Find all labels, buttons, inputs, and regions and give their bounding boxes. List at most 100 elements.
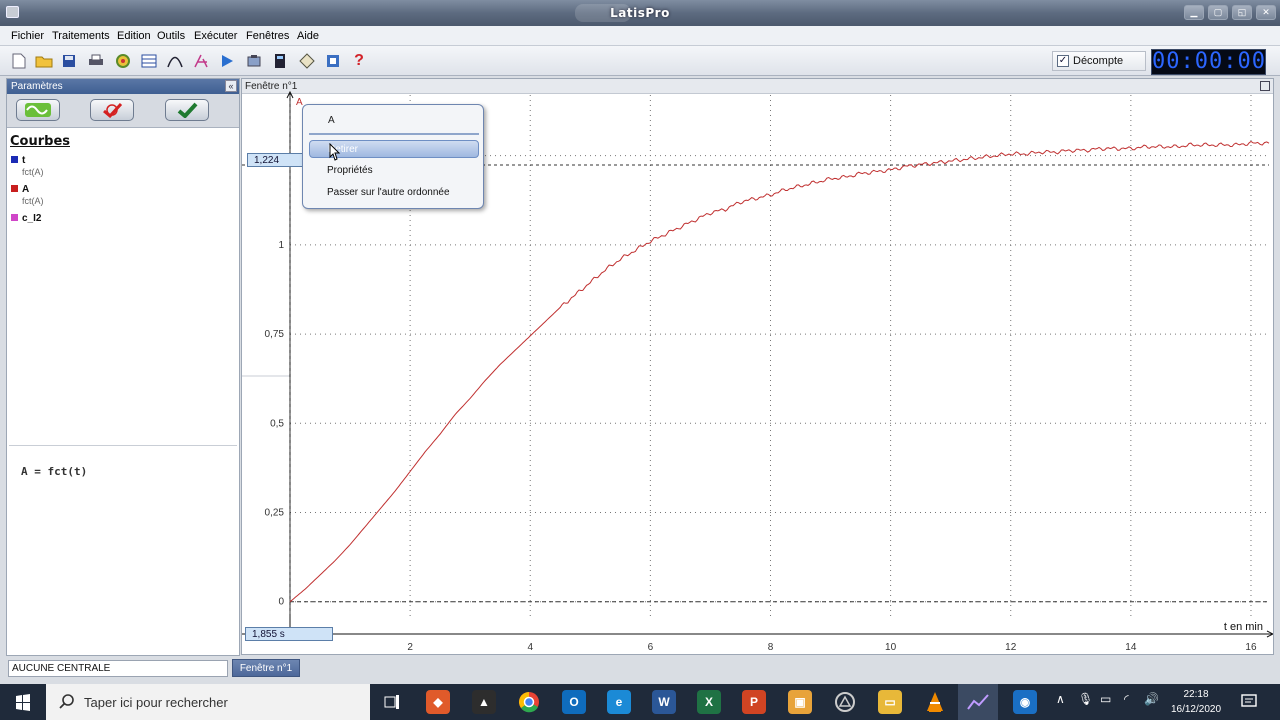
table-icon[interactable] bbox=[138, 50, 160, 72]
chrome-icon[interactable] bbox=[517, 690, 541, 714]
formula-label: A = fct(t) bbox=[21, 465, 88, 478]
x-tick-label: 14 bbox=[1125, 642, 1137, 653]
x-tick-label: 6 bbox=[648, 642, 654, 653]
play-icon[interactable] bbox=[216, 50, 238, 72]
chevron-up-icon[interactable]: ∧ bbox=[1056, 692, 1065, 706]
acquisition-params-button[interactable] bbox=[16, 99, 60, 121]
outlook-icon[interactable]: O bbox=[562, 690, 586, 714]
box-app-icon[interactable]: ▣ bbox=[788, 690, 812, 714]
vlc-icon[interactable] bbox=[923, 690, 947, 714]
y-tick-label: 0,5 bbox=[270, 418, 284, 429]
window-title: LatisPro bbox=[610, 6, 670, 20]
curve-color-swatch bbox=[11, 156, 18, 163]
maximize-button[interactable]: ◱ bbox=[1232, 5, 1252, 20]
help-icon[interactable]: ? bbox=[348, 50, 370, 72]
menu-outils[interactable]: Outils bbox=[157, 30, 185, 42]
microphone-icon[interactable]: 🎙 bbox=[1078, 692, 1093, 706]
menu-item-proprietes[interactable]: Propriétés bbox=[309, 162, 479, 180]
curve-item-a[interactable]: A fct(A) bbox=[11, 184, 44, 206]
x-tick-label: 2 bbox=[407, 642, 413, 653]
task-view-icon[interactable] bbox=[380, 690, 404, 714]
open-folder-icon[interactable] bbox=[33, 50, 55, 72]
tools-icon[interactable] bbox=[296, 50, 318, 72]
menu-traitements[interactable]: Traitements bbox=[52, 30, 110, 42]
acquisition-icon[interactable] bbox=[243, 50, 265, 72]
word-icon[interactable]: W bbox=[652, 690, 676, 714]
menu-aide[interactable]: Aide bbox=[297, 30, 319, 42]
app-icon[interactable] bbox=[833, 690, 857, 714]
wifi-icon[interactable]: ◜ bbox=[1124, 692, 1129, 706]
menu-fenetres[interactable]: Fenêtres bbox=[246, 30, 289, 42]
file-explorer-icon[interactable]: ▭ bbox=[878, 690, 902, 714]
menu-bar: Fichier Traitements Edition Outils Exécu… bbox=[0, 26, 1280, 46]
curve-item-c-i2[interactable]: c_I2 bbox=[11, 213, 41, 224]
edge-icon[interactable]: e bbox=[607, 690, 631, 714]
mouse-cursor-icon bbox=[329, 143, 341, 161]
validate-params-button[interactable] bbox=[165, 99, 209, 121]
context-menu-header: A bbox=[328, 115, 335, 126]
curve-sub: fct(A) bbox=[22, 196, 44, 206]
print-icon[interactable] bbox=[85, 50, 107, 72]
y-tick-label: 0,75 bbox=[265, 329, 285, 340]
excel-icon[interactable]: X bbox=[697, 690, 721, 714]
collapse-icon[interactable]: « bbox=[225, 80, 237, 92]
x-tick-label: 16 bbox=[1245, 642, 1257, 653]
panel-divider bbox=[9, 445, 237, 446]
curve-model-icon[interactable] bbox=[164, 50, 186, 72]
curve-name: A bbox=[22, 184, 30, 195]
volume-icon[interactable]: 🔊 bbox=[1144, 692, 1159, 706]
restore-button[interactable]: ▢ bbox=[1208, 5, 1228, 20]
windows-start-icon[interactable] bbox=[8, 692, 38, 714]
taskbar-search-box[interactable]: Taper ici pour rechercher bbox=[46, 684, 370, 720]
notification-icon[interactable] bbox=[1240, 693, 1258, 711]
menu-item-autre-ordonnee[interactable]: Passer sur l'autre ordonnée bbox=[309, 184, 479, 202]
save-icon[interactable] bbox=[58, 50, 80, 72]
inkscape-icon[interactable]: ▲ bbox=[472, 690, 496, 714]
curve-name: c_I2 bbox=[22, 213, 42, 224]
menu-fichier[interactable]: Fichier bbox=[11, 30, 44, 42]
close-button[interactable]: ✕ bbox=[1256, 5, 1276, 20]
calculator-blue-icon[interactable] bbox=[322, 50, 344, 72]
trigger-params-button[interactable] bbox=[90, 99, 134, 121]
search-placeholder: Taper ici pour rechercher bbox=[84, 695, 228, 710]
search-icon bbox=[59, 694, 74, 709]
curve-color-swatch bbox=[11, 214, 18, 221]
taskbar-clock[interactable]: 22:18 16/12/2020 bbox=[1168, 687, 1224, 717]
context-menu-separator bbox=[309, 133, 479, 135]
parameters-header: Paramètres « bbox=[7, 79, 239, 94]
toolbar: ? ✓ Décompte 00:00:00 bbox=[0, 46, 1280, 76]
powerpoint-icon[interactable]: P bbox=[742, 690, 766, 714]
curve-name: t bbox=[22, 155, 26, 166]
series-line-A bbox=[289, 140, 1270, 603]
tangent-icon[interactable] bbox=[190, 50, 212, 72]
timer-display: 00:00:00 bbox=[1151, 49, 1266, 75]
app-icon[interactable] bbox=[6, 6, 19, 18]
settings-wheel-icon[interactable] bbox=[112, 50, 134, 72]
camera-app-icon[interactable]: ◉ bbox=[1013, 690, 1037, 714]
latispro-icon[interactable] bbox=[966, 690, 990, 714]
status-bar: AUCUNE CENTRALE Fenêtre n°1 bbox=[0, 656, 1280, 680]
menu-executer[interactable]: Exécuter bbox=[194, 30, 237, 42]
signal-wave-icon bbox=[25, 103, 51, 117]
x-axis-label: t en min bbox=[1224, 621, 1263, 633]
calculator-icon[interactable] bbox=[269, 50, 291, 72]
decompte-label: Décompte bbox=[1073, 55, 1124, 67]
checkbox-icon[interactable]: ✓ bbox=[1057, 55, 1069, 67]
menu-edition[interactable]: Edition bbox=[117, 30, 151, 42]
curve-item-t[interactable]: t fct(A) bbox=[11, 155, 44, 177]
latispro-window: LatisPro ▁ ▢ ◱ ✕ Fichier Traitements Edi… bbox=[0, 0, 1280, 720]
title-bar: LatisPro ▁ ▢ ◱ ✕ bbox=[0, 0, 1280, 26]
clock-time: 22:18 bbox=[1183, 689, 1209, 700]
x-tick-label: 10 bbox=[885, 642, 897, 653]
curve-color-swatch bbox=[11, 185, 18, 192]
window-tab-fenetre-1[interactable]: Fenêtre n°1 bbox=[232, 659, 300, 677]
decompte-checkbox[interactable]: ✓ Décompte bbox=[1052, 51, 1146, 71]
battery-icon[interactable]: ▭ bbox=[1100, 692, 1111, 706]
checkmark-icon bbox=[177, 102, 198, 118]
new-file-icon[interactable] bbox=[8, 50, 30, 72]
parameters-toolbar bbox=[7, 94, 239, 128]
paint-app-icon[interactable]: ◆ bbox=[426, 690, 450, 714]
minimize-button[interactable]: ▁ bbox=[1184, 5, 1204, 20]
y-tick-label: 0 bbox=[278, 597, 284, 608]
trigger-icon bbox=[103, 102, 123, 118]
